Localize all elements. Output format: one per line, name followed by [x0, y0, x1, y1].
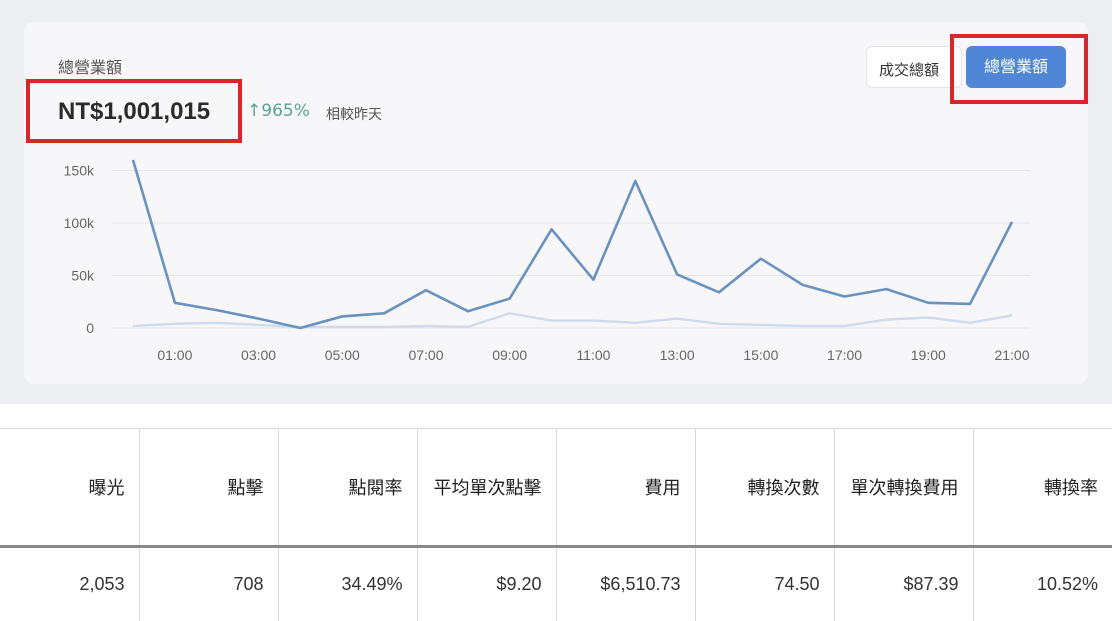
x-tick-label: 09:00 [492, 347, 527, 363]
y-tick-label: 0 [86, 320, 94, 336]
cell-avg-cpc: $9.20 [416, 546, 556, 621]
x-tick-label: 11:00 [576, 347, 610, 363]
x-tick-label: 01:00 [157, 347, 192, 363]
y-tick-label: 150k [64, 163, 95, 179]
cell-clicks: 708 [138, 546, 278, 621]
header-cost[interactable]: 費用 [555, 428, 695, 548]
cell-cost-per-conversion: $87.39 [833, 546, 973, 621]
header-ctr[interactable]: 點閱率 [277, 428, 417, 548]
cell-impressions: 2,053 [79, 573, 125, 594]
header-cost-per-conversion[interactable]: 單次轉換費用 [833, 428, 973, 548]
revenue-line-chart: 0 50k 100k 150k 01:00 03:00 05:00 07:00 09:00 11:… [64, 159, 1030, 363]
x-tick-label: 15:00 [743, 347, 778, 363]
cell-cost: $6,510.73 [555, 546, 695, 621]
header-conversions[interactable]: 轉換次數 [694, 428, 834, 548]
header-impressions[interactable]: 曝光 [0, 428, 139, 548]
x-tick-label: 03:00 [241, 347, 276, 363]
table-header-row: 曝光 點擊 點閱率 平均單次點擊 費用 轉換次數 單次轉換費用 轉換率 [0, 428, 1112, 548]
header-avg-cpc[interactable]: 平均單次點擊 [416, 428, 556, 548]
x-tick-label: 21:00 [994, 347, 1029, 363]
x-tick-label: 05:00 [325, 347, 360, 363]
y-tick-label: 100k [64, 215, 95, 231]
cell-conversion-rate: 10.52% [972, 546, 1112, 621]
x-tick-label: 17:00 [827, 347, 862, 363]
y-tick-label: 50k [71, 268, 95, 284]
cell-conversions: 74.50 [694, 546, 834, 621]
x-tick-label: 13:00 [660, 347, 695, 363]
table-row: 2,053 708 34.49% $9.20 $6,510.73 74.50 $… [0, 546, 1112, 621]
cell-ctr: 34.49% [277, 546, 417, 621]
x-tick-label: 19:00 [911, 347, 946, 363]
revenue-series-line [131, 159, 1014, 330]
x-tick-label: 07:00 [408, 347, 443, 363]
metrics-table: 曝光 點擊 點閱率 平均單次點擊 費用 轉換次數 單次轉換費用 轉換率 2,05… [0, 428, 1112, 621]
header-conversion-rate[interactable]: 轉換率 [972, 428, 1112, 548]
header-clicks[interactable]: 點擊 [138, 428, 278, 548]
